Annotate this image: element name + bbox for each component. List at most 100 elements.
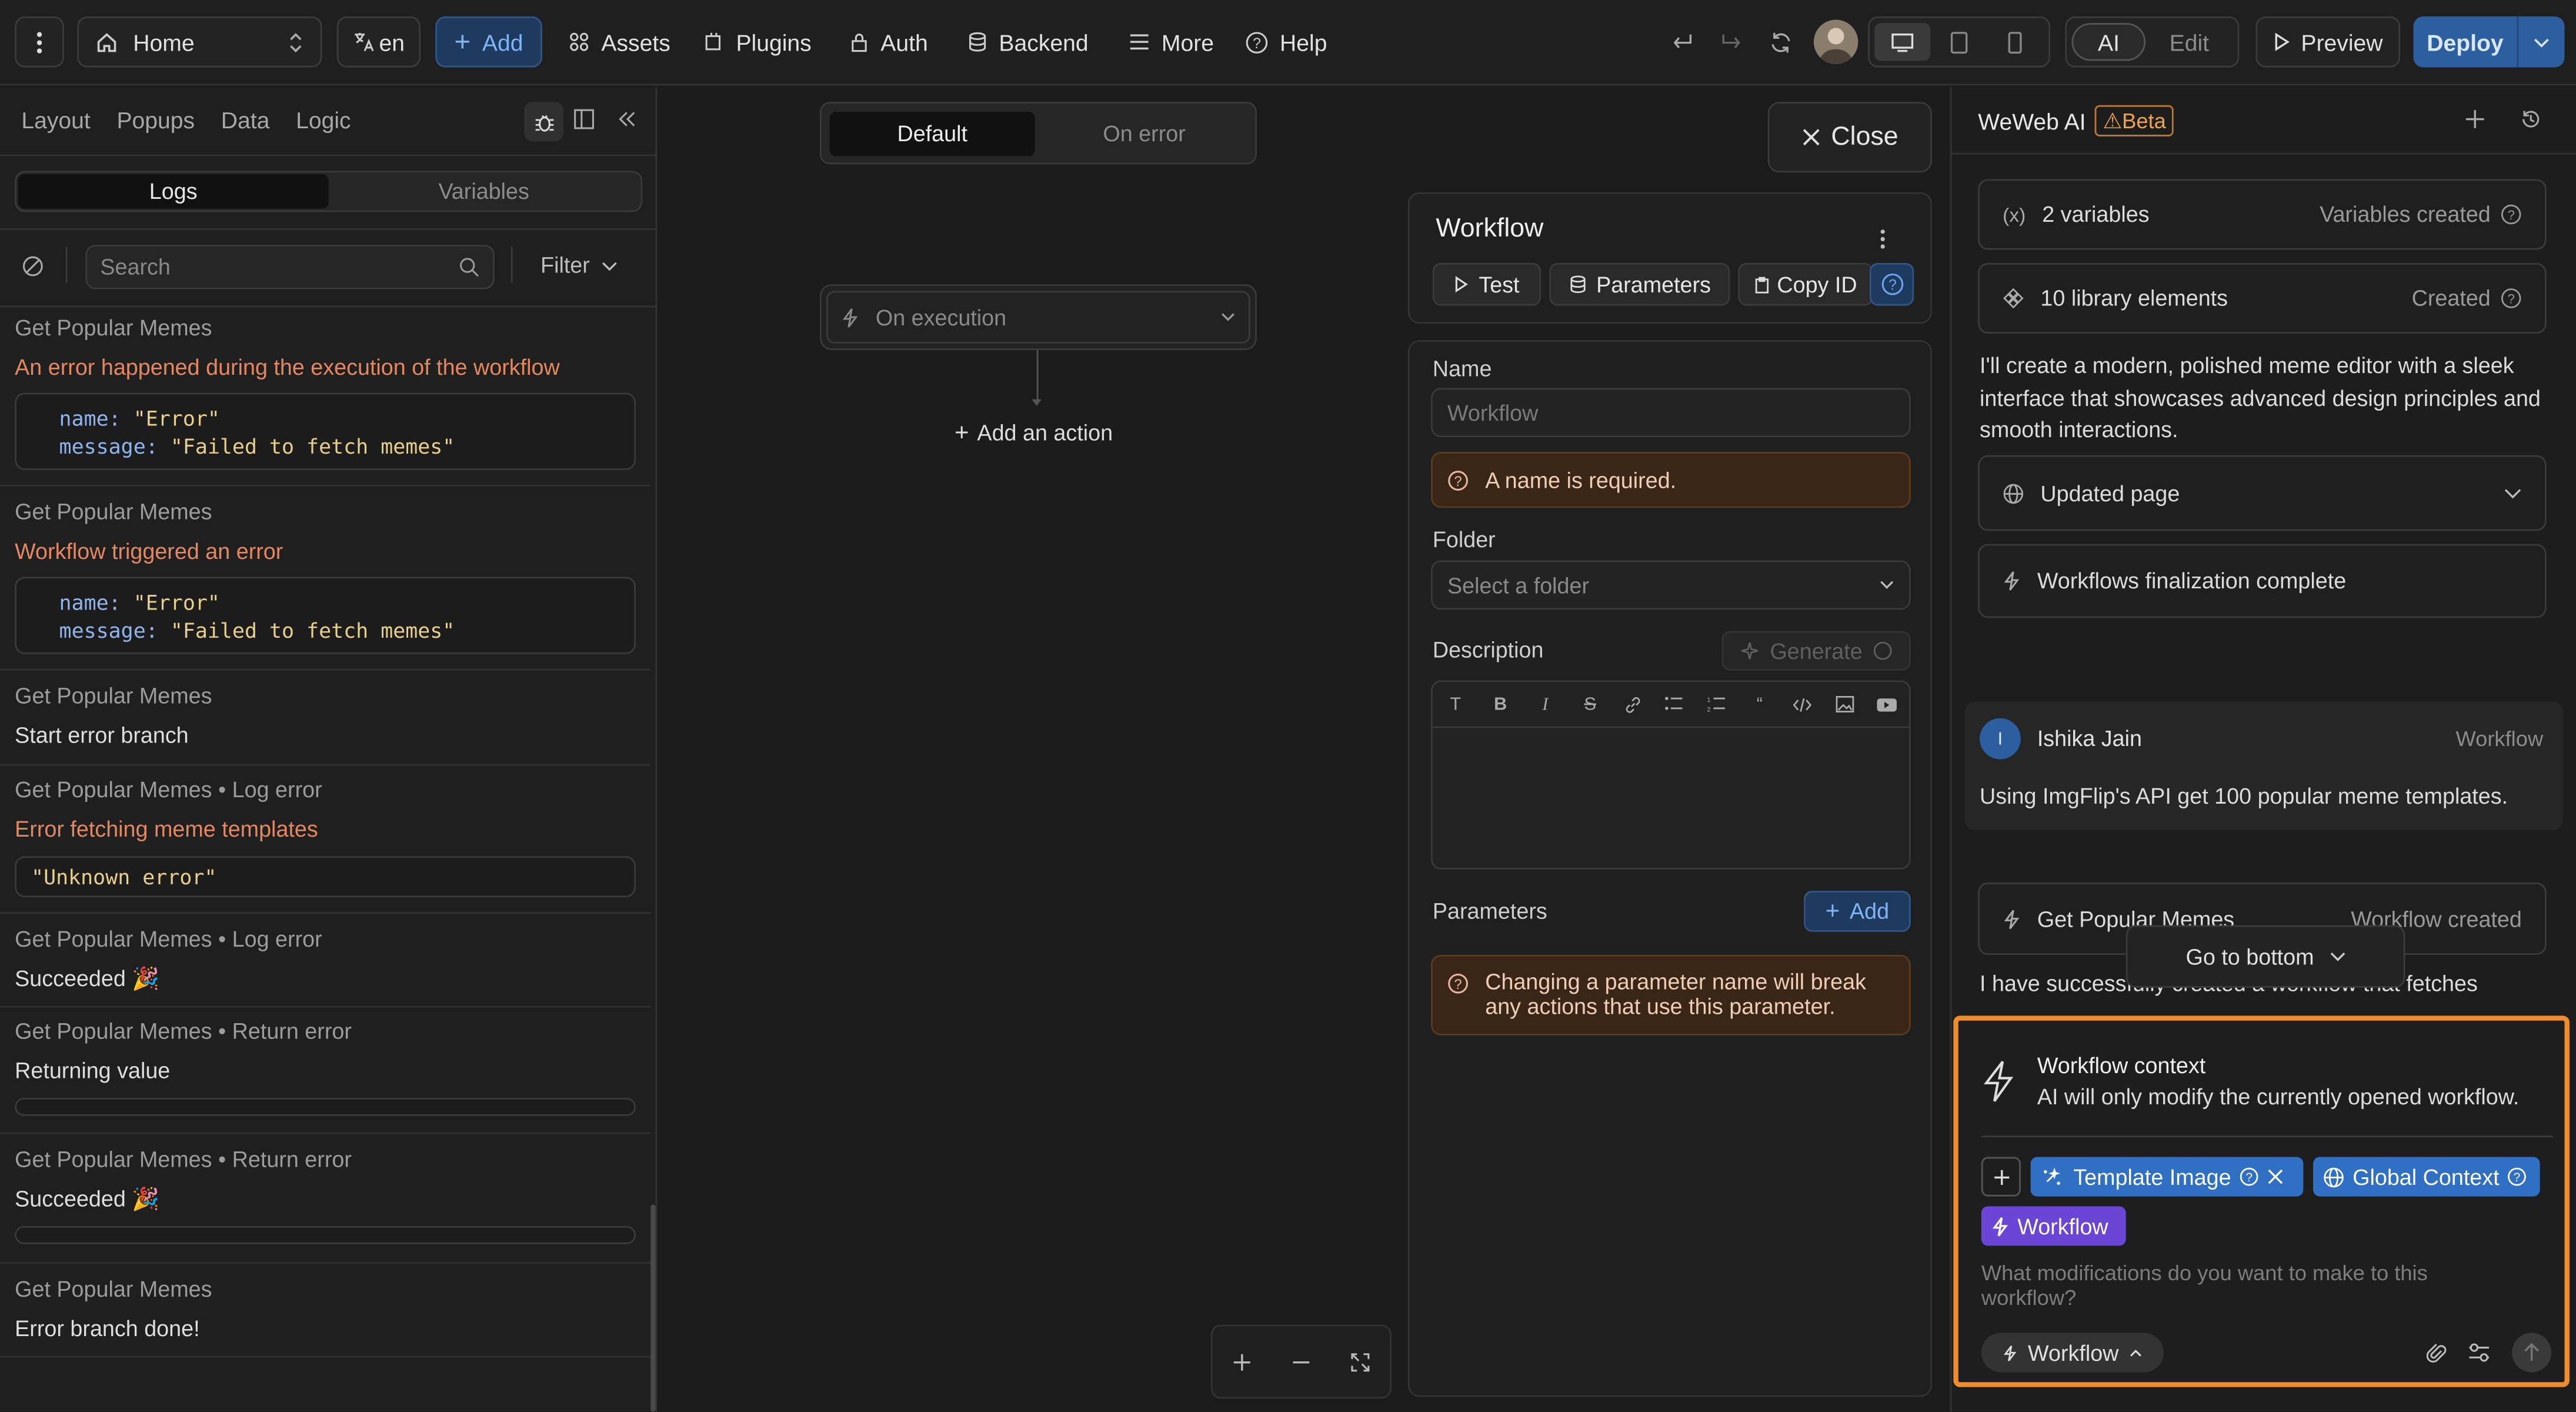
chat-input[interactable]: What modifications do you want to make t… [1981, 1261, 2507, 1310]
updated-page-card[interactable]: Updated page [1978, 455, 2547, 531]
desktop-view-button[interactable] [1874, 23, 1931, 61]
log-entry[interactable]: Get Popular Memes Error branch done! [0, 1262, 651, 1358]
close-button[interactable]: Close [1767, 102, 1933, 173]
add-context-button[interactable] [1981, 1157, 2021, 1197]
avatar[interactable] [1813, 19, 1858, 64]
add-button[interactable]: + Add [435, 16, 542, 68]
more-menu[interactable]: More [1129, 16, 1214, 68]
workflow-chip[interactable]: Workflow [1981, 1206, 2126, 1246]
strikethrough-icon[interactable]: S [1579, 694, 1601, 714]
add-parameter-button[interactable]: + Add [1804, 891, 1911, 932]
tab-logic[interactable]: Logic [296, 107, 351, 134]
send-button[interactable] [2512, 1333, 2552, 1373]
attach-button[interactable] [2426, 1341, 2447, 1372]
tab-default[interactable]: Default [829, 111, 1035, 155]
zoom-in-icon[interactable] [1232, 1352, 1252, 1372]
ai-mode-button[interactable]: AI [2071, 23, 2146, 61]
global-context-chip[interactable]: Global Context ? [2313, 1157, 2540, 1197]
close-icon[interactable] [2267, 1168, 2284, 1185]
workflow-help-button[interactable]: ? [1869, 262, 1914, 306]
tab-logs[interactable]: Logs [18, 174, 329, 209]
auth-menu[interactable]: Auth [849, 16, 928, 68]
library-card-label: 10 library elements [2040, 286, 2228, 311]
chevron-down-icon[interactable] [2518, 37, 2564, 47]
help-label: Help [1280, 28, 1327, 55]
panel-layout-button[interactable] [573, 108, 595, 138]
language-button[interactable]: en [336, 16, 421, 68]
clear-logs-button[interactable] [21, 255, 44, 286]
template-image-chip[interactable]: Template Image ? [2030, 1157, 2304, 1197]
log-entry[interactable]: Get Popular Memes An error happened duri… [0, 307, 651, 487]
log-source: Get Popular Memes [15, 315, 212, 341]
preview-label: Preview [2301, 28, 2383, 55]
zoom-out-icon[interactable] [1292, 1352, 1312, 1372]
settings-button[interactable] [2468, 1341, 2491, 1372]
debug-button[interactable] [524, 102, 564, 142]
history-button[interactable] [2520, 108, 2541, 138]
log-entry[interactable]: Get Popular Memes • Return error Returni… [0, 1006, 651, 1134]
tab-popups[interactable]: Popups [116, 107, 195, 134]
name-input[interactable]: Workflow [1431, 388, 1911, 438]
bullet-list-icon[interactable] [1665, 695, 1685, 714]
edit-mode-button[interactable]: Edit [2145, 23, 2233, 61]
quote-icon[interactable]: “ [1748, 694, 1771, 714]
ai-mode-select[interactable]: Workflow [1981, 1333, 2164, 1373]
log-search-input[interactable]: Search [85, 245, 495, 289]
workflow-menu-button[interactable] [1880, 228, 1886, 258]
log-entry[interactable]: Get Popular Memes Start error branch [0, 669, 651, 766]
left-panel: Layout Popups Data Logic Logs Variables … [0, 87, 658, 1412]
numbered-list-icon[interactable]: 12 [1707, 695, 1727, 713]
generate-button[interactable]: Generate [1721, 631, 1911, 671]
assets-menu[interactable]: Assets [569, 16, 670, 68]
trigger-node[interactable]: On execution [819, 284, 1257, 350]
tab-layout[interactable]: Layout [21, 107, 90, 134]
log-scrollbar[interactable] [650, 1204, 656, 1412]
test-button[interactable]: Test [1432, 262, 1541, 306]
bold-icon[interactable]: B [1489, 694, 1512, 714]
text-style-icon[interactable]: T [1444, 694, 1467, 714]
variables-created-card[interactable]: (x) 2 variables Variables created ? [1978, 179, 2547, 250]
tab-on-error[interactable]: On error [1042, 111, 1247, 155]
chat-composer: Workflow context AI will only modify the… [1953, 1015, 2570, 1387]
log-entry[interactable]: Get Popular Memes Workflow triggered an … [0, 485, 651, 671]
help-menu[interactable]: ? Help [1245, 16, 1327, 68]
tab-data[interactable]: Data [221, 107, 270, 134]
page-select[interactable]: Home [77, 16, 322, 68]
library-elements-card[interactable]: 10 library elements Created ? [1978, 262, 2547, 334]
home-icon [95, 31, 118, 54]
redo-button[interactable] [1720, 16, 1743, 68]
log-entry[interactable]: Get Popular Memes • Log error Succeeded … [0, 912, 651, 1008]
plugins-menu[interactable]: Plugins [703, 16, 812, 68]
refresh-button[interactable] [1769, 16, 1792, 68]
main-menu-button[interactable] [15, 16, 64, 68]
video-icon[interactable] [1876, 696, 1897, 712]
log-entry[interactable]: Get Popular Memes • Log error Error fetc… [0, 764, 651, 914]
log-message: Workflow triggered an error [15, 539, 283, 564]
description-editor[interactable]: T B I S 12 “ [1431, 680, 1911, 870]
tab-variables[interactable]: Variables [329, 174, 639, 209]
log-message: Succeeded 🎉 [15, 966, 160, 991]
filter-button[interactable]: Filter [540, 253, 618, 278]
parameters-button[interactable]: Parameters [1549, 262, 1730, 306]
italic-icon[interactable]: I [1534, 694, 1557, 714]
new-chat-button[interactable] [2464, 108, 2485, 138]
undo-button[interactable] [1671, 16, 1694, 68]
go-to-bottom-button[interactable]: Go to bottom [2125, 925, 2405, 988]
workflow-header-card: Workflow Test Parameters Copy ID ? [1407, 192, 1933, 324]
tablet-view-button[interactable] [1931, 23, 1987, 61]
collapse-panel-button[interactable] [616, 108, 638, 138]
preview-button[interactable]: Preview [2255, 16, 2401, 68]
deploy-button[interactable]: Deploy [2413, 16, 2565, 68]
copy-id-button[interactable]: Copy ID [1738, 262, 1873, 306]
folder-select[interactable]: Select a folder [1431, 560, 1911, 610]
link-icon[interactable] [1623, 694, 1643, 714]
image-icon[interactable] [1834, 695, 1854, 714]
fit-view-icon[interactable] [1350, 1352, 1370, 1372]
workflows-finalization-card[interactable]: Workflows finalization complete [1978, 544, 2547, 618]
backend-menu[interactable]: Backend [967, 16, 1089, 68]
code-icon[interactable] [1793, 696, 1813, 712]
log-entry[interactable]: Get Popular Memes • Return error Succeed… [0, 1133, 651, 1264]
plus-icon [1992, 1168, 2010, 1186]
add-action-button[interactable]: + Add an action [947, 415, 1120, 451]
mobile-view-button[interactable] [1987, 23, 2044, 61]
